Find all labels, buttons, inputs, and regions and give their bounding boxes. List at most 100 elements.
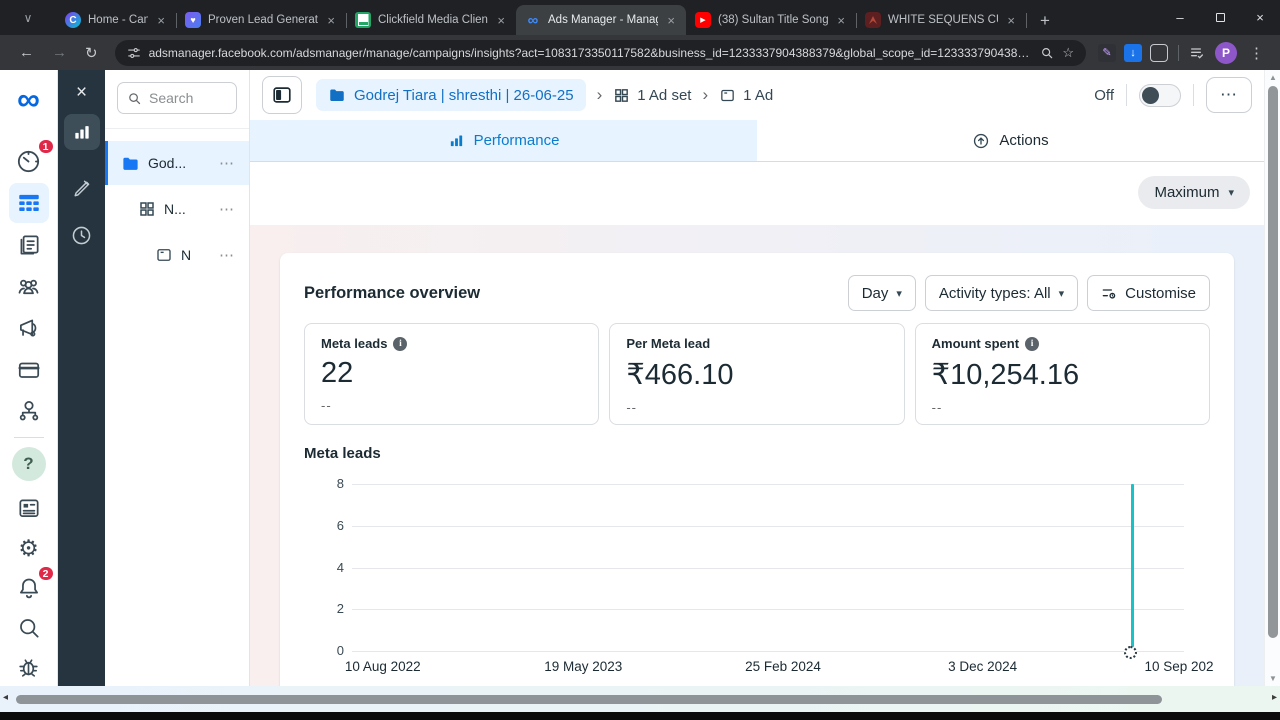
info-icon[interactable]: i <box>393 337 407 351</box>
scroll-down-icon[interactable]: ▼ <box>1265 674 1280 683</box>
tree-search-input[interactable] <box>149 90 219 106</box>
people-icon <box>15 273 42 300</box>
address-bar[interactable]: adsmanager.facebook.com/adsmanager/manag… <box>115 40 1086 66</box>
sheets-favicon-icon <box>355 12 371 28</box>
window-minimize-button[interactable]: – <box>1160 0 1200 35</box>
history-clock-icon[interactable] <box>70 224 93 247</box>
browser-menu-icon[interactable]: ⋮ <box>1243 44 1270 62</box>
tab-search-chevron-icon[interactable]: ∨ <box>0 0 56 35</box>
sidebar-campaigns-button[interactable] <box>9 183 49 223</box>
divider <box>1126 84 1127 106</box>
metric-subvalue: -- <box>321 398 582 413</box>
collapse-sidebar-button[interactable] <box>262 76 302 114</box>
scroll-left-icon[interactable]: ◂ <box>3 692 8 703</box>
extension-download-icon[interactable]: ↓ <box>1124 44 1142 62</box>
tab-close-icon[interactable]: × <box>495 13 507 28</box>
info-icon[interactable]: i <box>1025 337 1039 351</box>
sidebar-audiences-button[interactable] <box>9 266 49 306</box>
window-maximize-button[interactable] <box>1200 0 1240 35</box>
activity-types-dropdown[interactable]: Activity types: All ▾ <box>925 275 1078 311</box>
sidebar-updates-button[interactable] <box>9 488 49 528</box>
sidebar-advertise-button[interactable] <box>9 308 49 348</box>
charts-tab-button[interactable] <box>64 114 100 150</box>
x-tick-label: 3 Dec 2024 <box>948 659 1017 674</box>
reading-list-icon[interactable] <box>1189 45 1205 61</box>
tab-performance[interactable]: Performance <box>250 120 757 161</box>
sidebar-pages-button[interactable] <box>9 225 49 265</box>
tree-item-adset[interactable]: N... ⋯ <box>105 187 249 231</box>
browser-tab-proven[interactable]: Proven Lead Generation St × <box>176 5 346 35</box>
day-dropdown[interactable]: Day ▾ <box>848 275 916 311</box>
tree-item-campaign[interactable]: God... ⋯ <box>105 141 249 185</box>
reload-button[interactable]: ↻ <box>76 44 107 62</box>
breadcrumb-ad-link[interactable]: 1 Ad <box>719 87 773 104</box>
sidebar-report-bug-button[interactable] <box>9 646 49 686</box>
sidebar-account-overview-button[interactable]: 1 <box>9 141 49 181</box>
scroll-up-icon[interactable]: ▲ <box>1265 73 1280 82</box>
sidebar-billing-button[interactable] <box>9 350 49 390</box>
window-close-button[interactable]: × <box>1240 0 1280 35</box>
tab-close-icon[interactable]: × <box>155 13 167 28</box>
gridline <box>352 609 1184 610</box>
bell-icon <box>16 575 42 601</box>
sidebar-settings-button[interactable]: ⚙ <box>9 528 49 568</box>
chevron-right-icon: › <box>702 85 708 105</box>
zoom-icon[interactable] <box>1040 46 1054 60</box>
extension-puzzle-icon[interactable] <box>1150 44 1168 62</box>
extension-quill-icon[interactable]: ✎ <box>1098 44 1116 62</box>
browser-tab-youtube[interactable]: (38) Sultan Title Song | Sal × <box>686 5 856 35</box>
vertical-scrollbar[interactable]: ▲ ▼ <box>1264 70 1280 686</box>
tree-item-label: N... <box>164 201 219 217</box>
caret-down-icon: ▾ <box>1059 287 1065 300</box>
more-options-icon[interactable]: ⋯ <box>219 246 235 264</box>
tree-item-ad[interactable]: N ⋯ <box>105 233 249 277</box>
data-spike[interactable] <box>1131 484 1134 651</box>
more-options-icon[interactable]: ⋯ <box>219 154 235 172</box>
close-panel-button[interactable]: × <box>76 83 87 102</box>
back-button[interactable]: ← <box>10 44 43 61</box>
tab-close-icon[interactable]: × <box>325 13 337 28</box>
horizontal-scrollbar[interactable]: ◂ ▸ <box>0 686 1280 712</box>
tab-close-icon[interactable]: × <box>1005 13 1017 28</box>
breadcrumb-campaign-link[interactable]: Godrej Tiara | shresthi | 26-06-25 <box>316 79 586 111</box>
sidebar-search-button[interactable] <box>9 608 49 648</box>
campaign-status-toggle[interactable] <box>1139 84 1181 107</box>
circle-up-arrow-icon <box>972 132 990 150</box>
tree-search-box[interactable] <box>117 82 237 114</box>
browser-tab-clickfield[interactable]: Clickfield Media Clients - G × <box>346 5 516 35</box>
tab-close-icon[interactable]: × <box>835 13 847 28</box>
meta-logo[interactable]: ∞ <box>17 82 40 115</box>
scroll-right-icon[interactable]: ▸ <box>1272 692 1277 703</box>
breadcrumb-campaign-label: Godrej Tiara | shresthi | 26-06-25 <box>354 87 574 104</box>
sidebar-help-button[interactable]: ? <box>9 444 49 484</box>
more-options-icon[interactable]: ⋯ <box>219 200 235 218</box>
forward-button[interactable]: → <box>43 44 76 61</box>
browser-tab-canva[interactable]: Home - Canva × <box>56 5 176 35</box>
browser-tab-ads-manager[interactable]: Ads Manager - Manage ad × <box>516 5 686 35</box>
metric-subvalue: -- <box>626 400 887 415</box>
sidebar-divider <box>14 437 44 438</box>
bookmark-star-icon[interactable]: ☆ <box>1062 45 1074 61</box>
toggle-knob <box>1142 87 1159 104</box>
tune-icon <box>127 46 141 60</box>
browser-profile-avatar[interactable]: P <box>1215 42 1237 64</box>
taskbar-strip <box>0 712 1280 720</box>
tab-title: (38) Sultan Title Song | Sal <box>718 14 828 26</box>
edit-pencil-icon[interactable] <box>71 176 93 198</box>
maximum-dropdown[interactable]: Maximum ▾ <box>1138 176 1250 209</box>
tab-actions[interactable]: Actions <box>757 120 1264 161</box>
maximum-label: Maximum <box>1154 184 1219 201</box>
horizontal-scrollbar-thumb[interactable] <box>16 695 1162 704</box>
sidebar-business-settings-button[interactable] <box>9 391 49 431</box>
browser-tab-white-sequens[interactable]: WHITE SEQUENS CUTDAN × <box>856 5 1026 35</box>
day-label: Day <box>862 285 889 302</box>
customise-button[interactable]: Customise <box>1087 275 1210 311</box>
vertical-scrollbar-thumb[interactable] <box>1268 86 1278 638</box>
breadcrumb-adset-link[interactable]: 1 Ad set <box>613 87 691 104</box>
campaign-tree-panel: God... ⋯ N... ⋯ N ⋯ <box>105 70 250 686</box>
tab-close-icon[interactable]: × <box>665 13 677 28</box>
sidebar-notifications-button[interactable]: 2 <box>9 568 49 608</box>
new-tab-button[interactable]: + <box>1034 11 1056 31</box>
more-options-button[interactable]: ⋯ <box>1206 77 1252 113</box>
view-tabs: Performance Actions <box>250 120 1264 162</box>
